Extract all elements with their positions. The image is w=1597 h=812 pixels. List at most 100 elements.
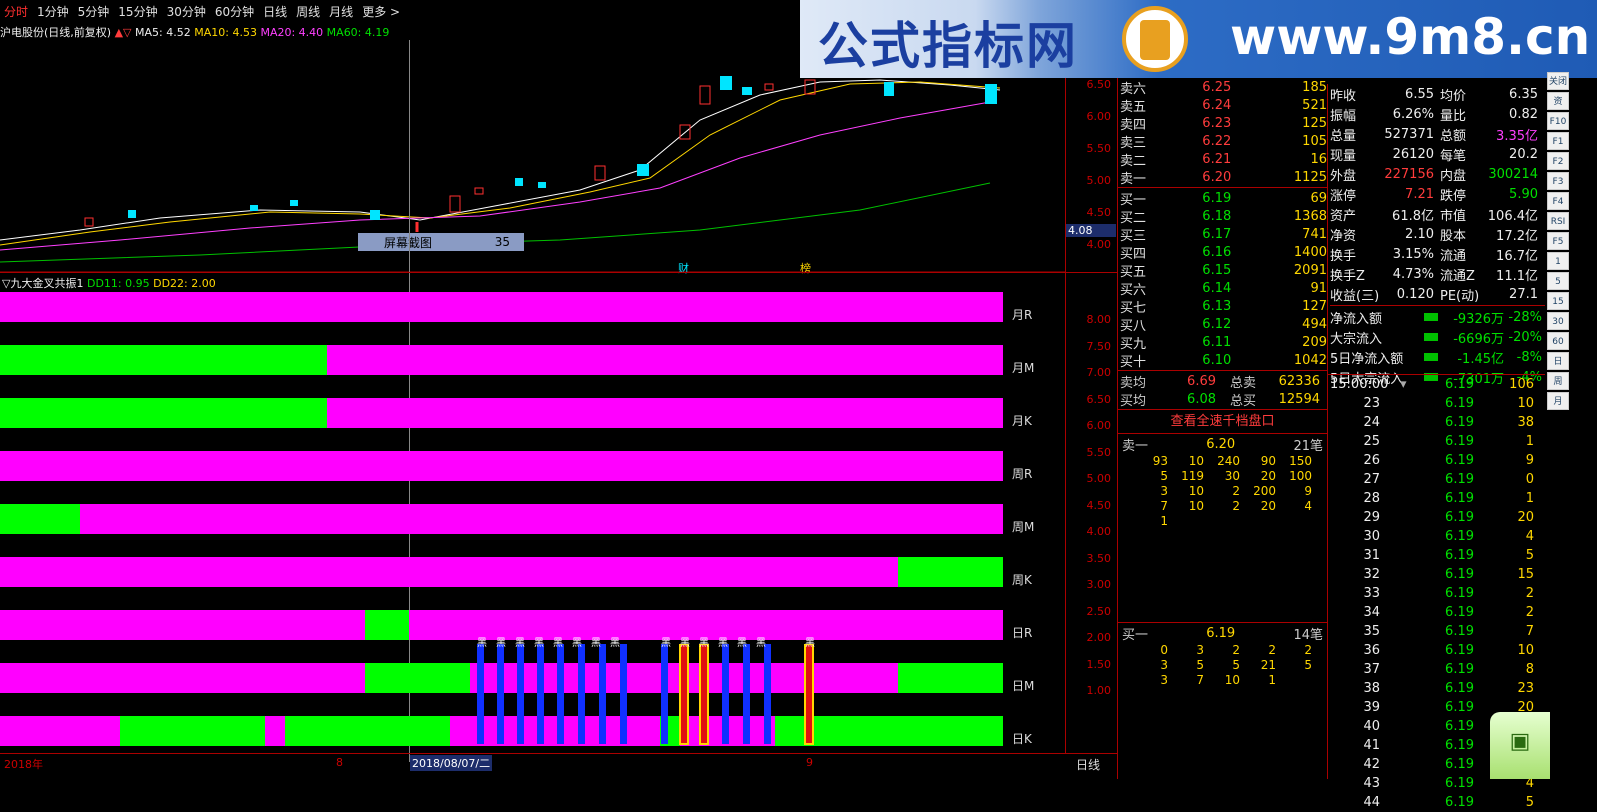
axis-label: 5.50 xyxy=(1086,142,1112,155)
side-tool-icon[interactable]: F2 xyxy=(1547,152,1569,170)
tick-price: 6.19 xyxy=(1445,605,1474,620)
info-row: 总量 527371 总额 3.35亿 xyxy=(1330,124,1545,144)
axis-label: 3.00 xyxy=(1086,578,1112,591)
tick-time: 24 xyxy=(1363,415,1380,430)
sell-row[interactable]: 卖四 6.23 125 xyxy=(1120,114,1327,133)
buy-row[interactable]: 买十 6.10 1042 xyxy=(1120,351,1327,370)
row-label-yue-m: 月M xyxy=(1012,361,1035,375)
axis-label: 4.00 xyxy=(1086,525,1112,538)
flow-bar xyxy=(1424,353,1438,361)
pane-divider xyxy=(0,272,1117,273)
bar-ri-r-green xyxy=(365,610,409,640)
side-tool-icon[interactable]: 1 xyxy=(1547,252,1569,270)
info-value: 6.35 xyxy=(1509,86,1538,102)
buy-row[interactable]: 买一 6.19 69 xyxy=(1120,189,1327,208)
tab-1min[interactable]: 1分钟 xyxy=(37,3,69,20)
tick-vol: 1 xyxy=(1525,434,1534,449)
sell-row[interactable]: 卖五 6.24 521 xyxy=(1120,96,1327,115)
side-tool-icon[interactable]: RSI xyxy=(1547,212,1569,230)
qd-sell-label: 卖一 xyxy=(1122,438,1149,454)
tick-time: 33 xyxy=(1363,586,1380,601)
tab-daily[interactable]: 日线 xyxy=(263,3,287,20)
tick-row: 35 6.19 7 xyxy=(1330,622,1545,641)
buy-row[interactable]: 买八 6.12 494 xyxy=(1120,315,1327,334)
flow-bar xyxy=(1424,313,1438,321)
info-label: 总额 xyxy=(1440,128,1467,144)
tab-fenshi[interactable]: 分时 xyxy=(4,3,28,20)
dd11-value: DD11: 0.95 xyxy=(86,277,150,290)
axis-label: 8.00 xyxy=(1086,313,1112,326)
side-tool-icon[interactable]: F1 xyxy=(1547,132,1569,150)
axis-label: 6.50 xyxy=(1086,393,1112,406)
info-row: 现量 26120 每笔 20.2 xyxy=(1330,144,1545,164)
corner-widget[interactable]: ▣ xyxy=(1490,712,1550,779)
info-value: 3.35亿 xyxy=(1496,128,1538,144)
flow-label: 净流入额 xyxy=(1330,311,1383,327)
side-tool-icon[interactable]: F4 xyxy=(1547,192,1569,210)
buy-row[interactable]: 买九 6.11 209 xyxy=(1120,333,1327,352)
indicator-pane: 黑黑黑黑黑黑黑黑 黑黑黑黑黑黑 黑 月R 月M 月K 周R 周M 周K 日R 日… xyxy=(0,292,1065,752)
buy-row[interactable]: 买七 6.13 127 xyxy=(1120,297,1327,316)
sell-list: 卖六 6.25 185 卖五 6.24 521 卖四 6.23 125 卖三 6.22 105 … xyxy=(1118,78,1327,187)
side-tool-icon[interactable]: 15 xyxy=(1547,292,1569,310)
info-label: 跌停 xyxy=(1440,188,1467,204)
info-row: 资产 61.8亿 市值 106.4亿 xyxy=(1330,204,1545,224)
tab-weekly[interactable]: 周线 xyxy=(296,3,320,20)
tick-price: 6.19 xyxy=(1445,624,1474,639)
buy-avg-label: 买均 xyxy=(1120,393,1147,409)
tab-more[interactable]: 更多 > xyxy=(362,3,400,20)
axis-label: 5.50 xyxy=(1086,446,1112,459)
tab-15min[interactable]: 15分钟 xyxy=(118,3,157,20)
tooltip-value: 35 xyxy=(494,235,510,249)
buy-row[interactable]: 买六 6.14 91 xyxy=(1120,279,1327,298)
side-tool-icon[interactable]: 月 xyxy=(1547,392,1569,410)
dropdown-icon[interactable]: ▾ xyxy=(1400,377,1414,392)
tick-vol: 5 xyxy=(1525,795,1534,810)
buy-row[interactable]: 买三 6.17 741 xyxy=(1120,225,1327,244)
row-label-ri-r: 日R xyxy=(1012,626,1033,640)
tab-30min[interactable]: 30分钟 xyxy=(167,3,206,20)
side-tool-icon[interactable]: 5 xyxy=(1547,272,1569,290)
tick-vol: 5 xyxy=(1525,548,1534,563)
bar-yue-k-green xyxy=(0,398,327,428)
side-tool-icon[interactable]: 30 xyxy=(1547,312,1569,330)
axis-label: 2.00 xyxy=(1086,631,1112,644)
tab-5min[interactable]: 5分钟 xyxy=(78,3,110,20)
tick-price: 6.19 xyxy=(1445,795,1474,810)
side-tool-icon[interactable]: 资 xyxy=(1547,92,1569,110)
tick-price: 6.19 xyxy=(1445,586,1474,601)
side-tool-icon[interactable]: F5 xyxy=(1547,232,1569,250)
tick-vol: 4 xyxy=(1525,529,1534,544)
tick-time: 40 xyxy=(1363,719,1380,734)
buy-row[interactable]: 买五 6.15 2091 xyxy=(1120,261,1327,280)
sell-row[interactable]: 卖二 6.21 16 xyxy=(1120,150,1327,169)
flow-label: 大宗流入 xyxy=(1330,331,1383,347)
tick-vol: 38 xyxy=(1517,415,1534,430)
flow-row: 5日净流入额 -1.45亿 -8% xyxy=(1330,347,1545,367)
info-row: 涨停 7.21 跌停 5.90 xyxy=(1330,184,1545,204)
side-tool-icon[interactable]: 关闭 xyxy=(1547,72,1569,90)
buy-row[interactable]: 买四 6.16 1400 xyxy=(1120,243,1327,262)
side-tool-icon[interactable]: 周 xyxy=(1547,372,1569,390)
tick-head-vol: 106 xyxy=(1509,377,1534,392)
row-label-zhou-r: 周R xyxy=(1012,467,1033,481)
side-tool-icon[interactable]: F3 xyxy=(1547,172,1569,190)
flow-bar xyxy=(1424,333,1438,341)
tab-60min[interactable]: 60分钟 xyxy=(215,3,254,20)
side-tool-icon[interactable]: 日 xyxy=(1547,352,1569,370)
buy-row[interactable]: 买二 6.18 1368 xyxy=(1120,207,1327,226)
sell-row[interactable]: 卖六 6.25 185 xyxy=(1120,78,1327,97)
side-tool-icon[interactable]: F10 xyxy=(1547,112,1569,130)
tick-vol: 10 xyxy=(1517,643,1534,658)
bar-yue-k-magenta xyxy=(327,398,1003,428)
info-label: 内盘 xyxy=(1440,168,1467,184)
sell-row[interactable]: 卖三 6.22 105 xyxy=(1120,132,1327,151)
side-tool-icon[interactable]: 60 xyxy=(1547,332,1569,350)
info-row: 换手 3.15% 流通 16.7亿 xyxy=(1330,244,1545,264)
tab-monthly[interactable]: 月线 xyxy=(329,3,353,20)
info-value: 5.90 xyxy=(1509,186,1538,202)
qiandang-link[interactable]: 查看全速千档盘口 xyxy=(1118,411,1327,433)
axis-label: 6.50 xyxy=(1086,78,1112,91)
sell-row[interactable]: 卖一 6.20 1125 xyxy=(1120,168,1327,187)
tick-row: 29 6.19 20 xyxy=(1330,508,1545,527)
